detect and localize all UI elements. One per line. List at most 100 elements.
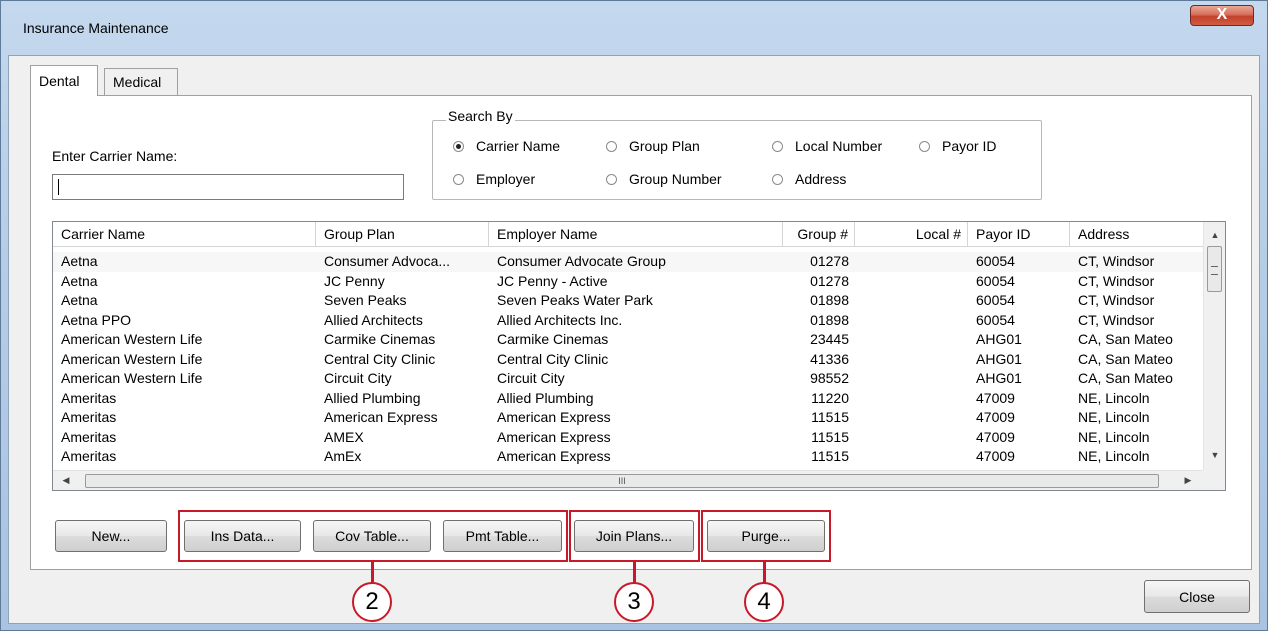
col-header-address[interactable]: Address bbox=[1070, 222, 1203, 246]
vertical-scroll-thumb[interactable] bbox=[1207, 246, 1222, 292]
callout-stem-3 bbox=[633, 562, 636, 584]
table-row[interactable]: Ameritas American Express American Express… bbox=[53, 408, 1203, 428]
radio-address[interactable]: Address bbox=[772, 171, 846, 187]
table-row[interactable]: Ameritas AMEX American Express 11515 47009 NE… bbox=[53, 428, 1203, 448]
scroll-right-icon[interactable]: ▶ bbox=[1179, 475, 1197, 486]
close-button[interactable]: Close bbox=[1144, 580, 1250, 613]
cell-employer-name: American Express bbox=[497, 409, 611, 425]
cell-group-plan: Allied Plumbing bbox=[324, 389, 421, 406]
cell-group-plan: Consumer Advoca... bbox=[324, 253, 451, 269]
cell-carrier-name: Aetna bbox=[61, 253, 98, 269]
cell-carrier-name: American Western Life bbox=[61, 350, 203, 367]
cell-local-number bbox=[855, 350, 968, 370]
radio-carrier-name[interactable]: Carrier Name bbox=[453, 138, 560, 154]
cell-payor-id: 60054 bbox=[976, 272, 1015, 289]
callout-stem-2 bbox=[371, 562, 374, 584]
cell-employer-name: JC Penny - Active bbox=[497, 272, 608, 289]
callout-number-4: 4 bbox=[744, 582, 784, 622]
table-row[interactable]: Ameritas AmEx American Express 11515 47009 NE… bbox=[53, 447, 1203, 467]
cell-local-number bbox=[855, 389, 968, 409]
cell-payor-id: AHG01 bbox=[976, 331, 1022, 347]
col-header-payor-id[interactable]: Payor ID bbox=[968, 222, 1070, 246]
tab-dental[interactable]: Dental bbox=[30, 65, 98, 96]
cell-address: CT, Windsor bbox=[1078, 253, 1155, 269]
text-caret bbox=[58, 179, 59, 195]
new-button[interactable]: New... bbox=[55, 520, 167, 552]
table-row[interactable]: Aetna Consumer Advoca... Consumer Advocate… bbox=[53, 252, 1203, 272]
table-row[interactable]: American Western Life Central City Clinic… bbox=[53, 350, 1203, 370]
list-rows: Aetna Consumer Advoca... Consumer Advocate… bbox=[53, 252, 1203, 467]
radio-payor-id[interactable]: Payor ID bbox=[919, 138, 996, 154]
cell-payor-id: AHG01 bbox=[976, 370, 1022, 386]
table-row[interactable]: Aetna JC Penny JC Penny - Active 01278 60054… bbox=[53, 272, 1203, 292]
radio-indicator bbox=[772, 140, 783, 152]
col-header-carrier-name[interactable]: Carrier Name bbox=[53, 222, 316, 246]
tab-label: Medical bbox=[113, 74, 162, 90]
col-header-group-number[interactable]: Group # bbox=[783, 222, 855, 246]
cell-carrier-name: American Western Life bbox=[61, 370, 203, 386]
radio-employer[interactable]: Employer bbox=[453, 171, 535, 187]
scroll-down-icon[interactable]: ▼ bbox=[1206, 450, 1224, 460]
vertical-scrollbar[interactable]: ▲ ▼ bbox=[1203, 222, 1225, 470]
horizontal-scroll-thumb[interactable]: III bbox=[85, 474, 1159, 488]
table-row[interactable]: Aetna PPO Allied Architects Allied Archite… bbox=[53, 311, 1203, 331]
grip-icon bbox=[1211, 266, 1218, 275]
callout-number-2: 2 bbox=[352, 582, 392, 622]
radio-label: Group Plan bbox=[629, 138, 700, 154]
col-header-group-plan[interactable]: Group Plan bbox=[316, 222, 489, 246]
cell-address: NE, Lincoln bbox=[1078, 428, 1150, 445]
cell-payor-id: 60054 bbox=[976, 292, 1015, 308]
scroll-corner bbox=[1203, 470, 1225, 490]
callout-number-3: 3 bbox=[614, 582, 654, 622]
radio-indicator bbox=[772, 173, 783, 185]
cell-payor-id: AHG01 bbox=[976, 350, 1022, 367]
cell-carrier-name: Aetna PPO bbox=[61, 311, 132, 328]
cell-local-number bbox=[855, 311, 968, 331]
grip-icon: III bbox=[618, 476, 626, 486]
carrier-name-label: Enter Carrier Name: bbox=[52, 148, 178, 164]
table-row[interactable]: American Western Life Carmike Cinemas Carm… bbox=[53, 330, 1203, 350]
col-header-employer-name[interactable]: Employer Name bbox=[489, 222, 783, 246]
cell-address: CA, San Mateo bbox=[1078, 331, 1173, 347]
table-row[interactable]: Ameritas Allied Plumbing Allied Plumbing 11… bbox=[53, 389, 1203, 409]
cell-carrier-name: Aetna bbox=[61, 272, 98, 289]
radio-group-plan[interactable]: Group Plan bbox=[606, 138, 700, 154]
scroll-left-icon[interactable]: ◀ bbox=[57, 475, 75, 486]
cell-group-plan: Carmike Cinemas bbox=[324, 331, 436, 347]
radio-indicator bbox=[919, 140, 930, 152]
carrier-list[interactable]: Carrier Name Group Plan Employer Name Gr… bbox=[52, 221, 1226, 491]
tab-label: Dental bbox=[39, 73, 80, 89]
col-header-local-number[interactable]: Local # bbox=[855, 222, 968, 246]
cell-local-number bbox=[855, 272, 968, 292]
cell-group-number: 01278 bbox=[810, 272, 849, 289]
window-close-button[interactable]: X bbox=[1190, 5, 1254, 26]
cell-group-number: 01898 bbox=[810, 311, 849, 328]
cell-group-number: 11515 bbox=[811, 428, 849, 445]
radio-label: Payor ID bbox=[942, 138, 997, 154]
tab-medical[interactable]: Medical bbox=[104, 68, 178, 95]
radio-label: Carrier Name bbox=[476, 138, 561, 154]
cell-local-number bbox=[855, 408, 968, 428]
cell-employer-name: Central City Clinic bbox=[497, 350, 609, 367]
cell-employer-name: Circuit City bbox=[497, 370, 565, 386]
callout-box-join-plans bbox=[569, 510, 700, 562]
cell-carrier-name: Ameritas bbox=[61, 428, 117, 445]
carrier-name-input[interactable] bbox=[52, 174, 404, 200]
cell-payor-id: 60054 bbox=[976, 311, 1015, 328]
cell-carrier-name: American Western Life bbox=[61, 331, 203, 347]
cell-group-plan: Circuit City bbox=[324, 370, 392, 386]
scroll-up-icon[interactable]: ▲ bbox=[1206, 230, 1224, 240]
table-row[interactable]: American Western Life Circuit City Circuit… bbox=[53, 369, 1203, 389]
cell-carrier-name: Ameritas bbox=[61, 389, 117, 406]
table-row[interactable]: Aetna Seven Peaks Seven Peaks Water Park 01… bbox=[53, 291, 1203, 311]
radio-local-number[interactable]: Local Number bbox=[772, 138, 882, 154]
horizontal-scrollbar[interactable]: ◀ III ▶ bbox=[53, 470, 1203, 490]
radio-group-number[interactable]: Group Number bbox=[606, 171, 722, 187]
cell-carrier-name: Aetna bbox=[61, 292, 98, 308]
radio-label: Employer bbox=[476, 171, 536, 187]
cell-payor-id: 47009 bbox=[976, 409, 1015, 425]
cell-employer-name: American Express bbox=[497, 448, 611, 464]
cell-local-number bbox=[855, 291, 968, 311]
cell-carrier-name: Ameritas bbox=[61, 409, 117, 425]
cell-employer-name: Allied Plumbing bbox=[497, 389, 594, 406]
